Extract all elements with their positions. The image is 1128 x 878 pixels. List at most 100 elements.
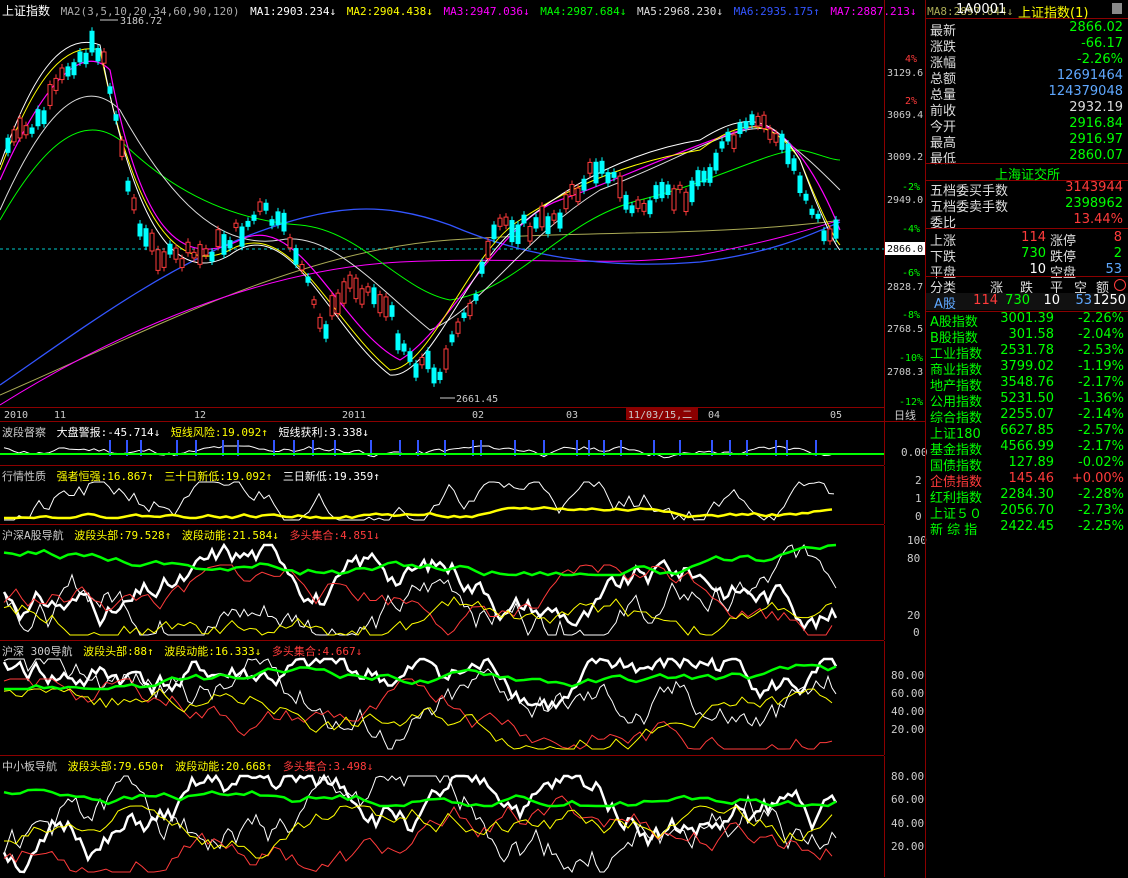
- candle-body: [557, 212, 563, 229]
- index-row[interactable]: 基金指数 4566.99 -2.17%: [926, 439, 1128, 458]
- candle-body: [35, 109, 41, 127]
- candle-body: [653, 185, 659, 199]
- candle-body: [569, 183, 575, 196]
- index-row[interactable]: 上证180 6627.85 -2.57%: [926, 423, 1128, 442]
- head-line: [2, 773, 838, 874]
- expand-icon[interactable]: [1114, 279, 1126, 291]
- candle-body: [155, 249, 161, 271]
- quote-value: -2.26%: [1077, 52, 1123, 67]
- quote-row: 最低 2860.07: [926, 148, 1128, 167]
- index-value: 5231.50: [1000, 391, 1054, 406]
- panel-market-nature[interactable]: 行情性质 强者恒强:16.867↑ 三十日新低:19.092↑ 三日新低:19.…: [0, 466, 884, 525]
- index-row[interactable]: 商业指数 3799.02 -1.19%: [926, 359, 1128, 378]
- index-row[interactable]: 企债指数 145.46 +0.00%: [926, 471, 1128, 490]
- candle-body: [191, 251, 197, 259]
- index-row[interactable]: 综合指数 2255.07 -2.14%: [926, 407, 1128, 426]
- candle-body: [443, 348, 449, 370]
- kline-chart: 3186.72 2661.45: [0, 16, 884, 406]
- candle-body: [317, 316, 323, 329]
- quote-value: -66.17: [1081, 36, 1123, 51]
- top-zone-line: [3, 543, 837, 577]
- candle-body: [323, 324, 329, 339]
- quote-row: 前收 2932.19: [926, 100, 1128, 119]
- panel3-axis-80: 80: [907, 552, 921, 565]
- candle-body: [401, 343, 407, 352]
- index-value: 3548.76: [1000, 375, 1054, 390]
- candle-body: [41, 110, 47, 125]
- panel-hs300-nav[interactable]: 沪深 300导航 波段头部:88↑ 波段动能:16.333↓ 多头集合:4.66…: [0, 641, 884, 756]
- breadth-block: 上涨 114 涨停 8 下跌 730 跌停 2 平盘 10 空盘 53: [926, 228, 1128, 281]
- panel2-axis-1: 1: [915, 492, 922, 505]
- panel1-chart: [0, 440, 884, 459]
- index-pct: -2.17%: [1078, 439, 1124, 454]
- index-row[interactable]: 国债指数 127.89 -0.02%: [926, 455, 1128, 474]
- date-axis-label: 2011: [342, 410, 366, 421]
- index-row[interactable]: 新 综 指 2422.45 -2.25%: [926, 519, 1128, 538]
- candle-body: [173, 247, 179, 260]
- candle-body: [761, 114, 767, 130]
- candle-body: [407, 351, 413, 362]
- index-row[interactable]: 工业指数 2531.78 -2.53%: [926, 343, 1128, 362]
- candle-body: [17, 117, 23, 139]
- index-value: 6627.85: [1000, 423, 1054, 438]
- candle-body: [275, 211, 281, 225]
- index-value: 301.58: [1008, 327, 1055, 342]
- index-pct: -1.19%: [1078, 359, 1124, 374]
- panel1-axis: 0.00: [884, 422, 928, 465]
- candle-body: [593, 161, 599, 184]
- candle-body: [107, 86, 113, 94]
- quote-row: 最高 2916.97: [926, 132, 1128, 151]
- date-axis-label: 12: [194, 410, 206, 421]
- candle-body: [311, 299, 317, 305]
- panel-a-share-nav[interactable]: 沪深A股导航 波段头部:79.528↑ 波段动能:21.584↓ 多头集合:4.…: [0, 525, 884, 641]
- index-name: 新 综 指: [930, 523, 978, 538]
- panel-sme-nav[interactable]: 中小板导航 波段头部:79.650↑ 波段动能:20.668↑ 多头集合:3.4…: [0, 756, 884, 877]
- candle-body: [545, 216, 551, 235]
- panel-band-watch[interactable]: 波段督察 大盘警报:-45.714↓ 短线风险:19.092↑ 短线获利:3.3…: [0, 422, 884, 466]
- index-row[interactable]: A股指数 3001.39 -2.26%: [926, 311, 1128, 330]
- candle-body: [623, 194, 629, 210]
- candle-body: [179, 258, 185, 268]
- limit-up-value: 8: [1113, 230, 1122, 245]
- date-axis-label: 03: [566, 410, 578, 421]
- panel5-axis-60: 60.00: [891, 793, 925, 806]
- candle-body: [737, 122, 743, 134]
- candle-body: [389, 305, 395, 317]
- panel4-axis-40: 40.00: [891, 705, 925, 718]
- cat-row-amount: 1250: [1092, 293, 1126, 308]
- index-row[interactable]: 地产指数 3548.76 -2.17%: [926, 375, 1128, 394]
- candle-body: [767, 128, 773, 140]
- panel5-axis: 80.00 60.00 40.00 20.00: [884, 756, 925, 877]
- stock-code: 1A0001: [956, 2, 1007, 17]
- candle-body: [677, 184, 683, 190]
- index-row[interactable]: 上证５０ 2056.70 -2.73%: [926, 503, 1128, 522]
- category-row-a[interactable]: A股 114 730 10 53 1250: [926, 293, 1128, 312]
- quote-value: 12691464: [1056, 68, 1123, 83]
- scroll-handle-icon[interactable]: [1112, 3, 1122, 14]
- index-pct: +0.00%: [1071, 471, 1124, 486]
- period-label[interactable]: 日线: [884, 407, 925, 422]
- candle-body: [371, 287, 377, 305]
- candle-body: [287, 237, 293, 249]
- candle-body: [707, 167, 713, 183]
- price-axis-label: -6%: [902, 268, 920, 279]
- kline-pane[interactable]: 上证指数 MA2(3,5,10,20,34,60,90,120) MA1:290…: [0, 0, 1013, 408]
- candle-body: [797, 175, 803, 194]
- index-row[interactable]: 公用指数 5231.50 -1.36%: [926, 391, 1128, 410]
- index-value: 2056.70: [1000, 503, 1054, 518]
- candle-body: [5, 137, 11, 153]
- category-table: 分类 涨 跌 平 空 额 A股 114 730 10 53 1250: [926, 276, 1128, 312]
- quote-value: 2860.07: [1069, 148, 1123, 163]
- candle-body: [809, 208, 815, 215]
- candle-body: [197, 244, 203, 265]
- candle-body: [551, 213, 557, 221]
- index-row[interactable]: 红利指数 2284.30 -2.28%: [926, 487, 1128, 506]
- candle-body: [269, 219, 275, 226]
- index-pct: -2.73%: [1078, 503, 1124, 518]
- candle-body: [11, 129, 17, 143]
- index-row[interactable]: B股指数 301.58 -2.04%: [926, 327, 1128, 346]
- down-value: 730: [1021, 246, 1046, 261]
- price-axis-label: 2828.7: [887, 282, 923, 293]
- candle-body: [53, 77, 59, 91]
- panel3-axis: 100 80 20 0: [884, 525, 927, 640]
